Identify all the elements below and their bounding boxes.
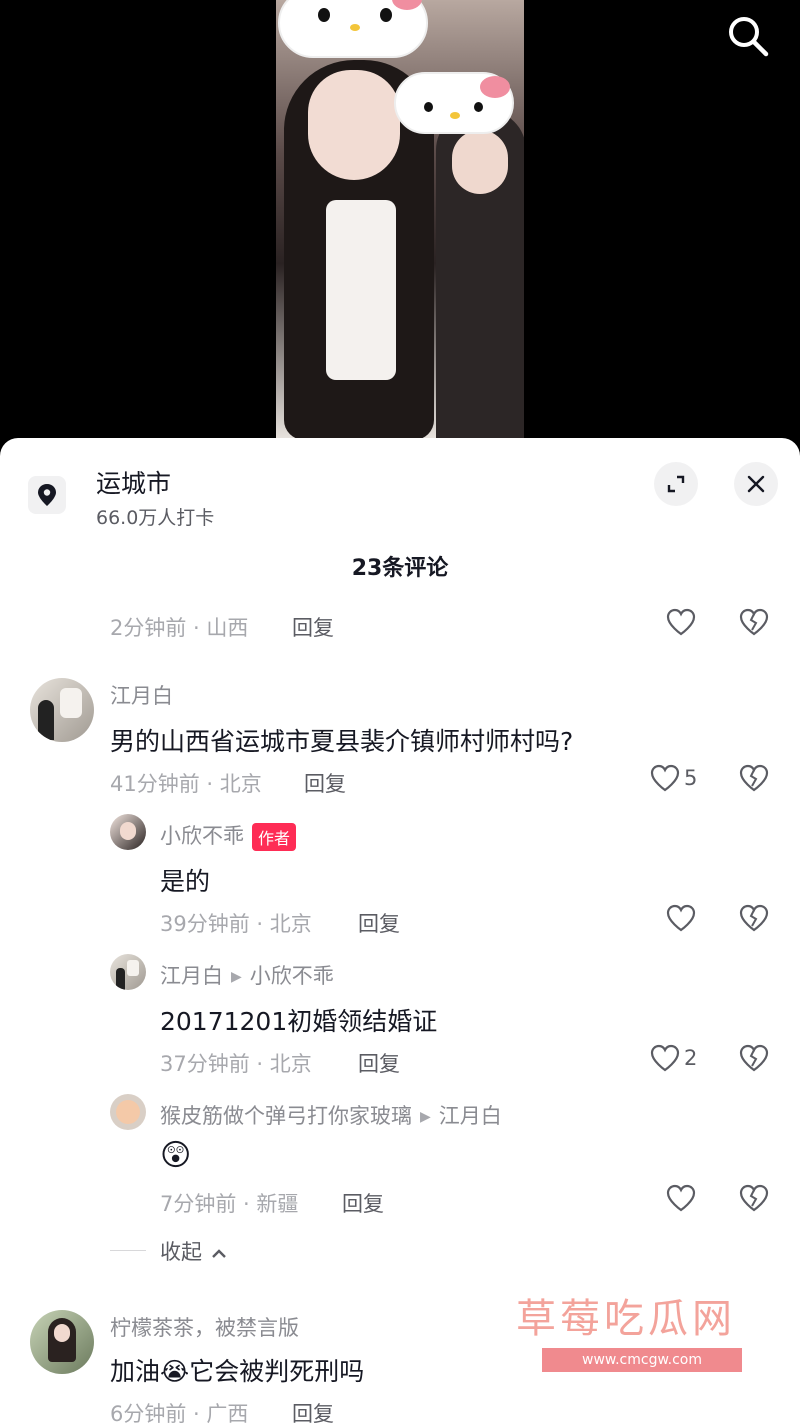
video-figure-face: [308, 70, 400, 180]
reply-button[interactable]: 回复: [358, 1048, 400, 1078]
hello-kitty-sticker: [278, 0, 428, 58]
collapse-divider: [110, 1250, 146, 1251]
location-name[interactable]: 运城市: [96, 464, 171, 500]
reply-username-text: 小欣不乖: [160, 824, 244, 848]
reply-to-user: 江月白: [438, 1104, 502, 1128]
comment-username[interactable]: 柠檬茶茶，被禁言版: [110, 1312, 299, 1342]
reply-username-text: 江月白: [160, 964, 223, 988]
broken-heart-icon: [739, 608, 769, 636]
reply-button[interactable]: 回复: [304, 768, 346, 798]
broken-heart-icon: [739, 1044, 769, 1072]
video-figure-second-face: [452, 130, 508, 194]
heart-icon: [650, 764, 680, 792]
dislike-button[interactable]: [739, 764, 769, 796]
avatar[interactable]: [30, 678, 94, 742]
reply-button[interactable]: 回复: [292, 612, 334, 642]
collapse-replies-button[interactable]: 收起: [160, 1236, 227, 1266]
close-button[interactable]: [734, 462, 778, 506]
dislike-button[interactable]: [739, 904, 769, 936]
reply-username-text: 猴皮筋做个弹弓打你家玻璃: [160, 1104, 412, 1128]
comment-emoji: 😭: [160, 1357, 190, 1386]
reply-button[interactable]: 回复: [358, 908, 400, 938]
reply-to-arrow-icon: ▶: [420, 1109, 431, 1125]
comment-text-part: 它会被判死刑吗: [189, 1357, 365, 1386]
reply-meta: 39分钟前 · 北京: [160, 912, 312, 936]
broken-heart-icon: [739, 764, 769, 792]
watermark-url: www.cmcgw.com: [542, 1348, 742, 1372]
close-icon: [747, 475, 765, 493]
chevron-up-icon: [211, 1249, 226, 1258]
reply-text: 是的: [160, 867, 211, 896]
like-button[interactable]: [666, 904, 696, 932]
dislike-button[interactable]: [739, 1184, 769, 1216]
reply-to-user: 小欣不乖: [249, 964, 334, 988]
video-figure-shirt: [326, 200, 396, 380]
like-button[interactable]: 2: [650, 1044, 697, 1072]
broken-heart-icon: [739, 904, 769, 932]
reply-button[interactable]: 回复: [292, 1398, 334, 1424]
like-button[interactable]: [666, 1184, 696, 1212]
like-button[interactable]: 5: [650, 764, 697, 792]
reply-meta: 7分钟前 · 新疆: [160, 1192, 299, 1216]
hello-kitty-sticker-small: [394, 72, 514, 134]
comment-text: 加油😭它会被判死刑吗: [110, 1352, 364, 1388]
dislike-button[interactable]: [739, 1044, 769, 1076]
reply-meta: 37分钟前 · 北京: [160, 1052, 312, 1076]
heart-icon: [666, 1184, 696, 1212]
comment-panel: 运城市 66.0万人打卡 23条评论 2分钟前 · 山西 回复 江月白 男的山西…: [0, 438, 800, 1424]
broken-heart-icon: [739, 1184, 769, 1212]
comment-username[interactable]: 江月白: [110, 680, 173, 710]
avatar[interactable]: [110, 1094, 146, 1130]
like-button[interactable]: [666, 608, 696, 636]
expand-icon: [667, 475, 685, 493]
video-frame: [276, 0, 524, 440]
like-count: 2: [684, 1046, 698, 1070]
reply-username[interactable]: 猴皮筋做个弹弓打你家玻璃 ▶ 江月白: [160, 1100, 502, 1130]
watermark-title: 草莓吃瓜网: [516, 1296, 736, 1342]
reply-text: 20171201初婚领结婚证: [160, 1007, 438, 1036]
heart-icon: [666, 608, 696, 636]
avatar[interactable]: [110, 954, 146, 990]
avatar[interactable]: [30, 1310, 94, 1374]
location-pin-icon[interactable]: [28, 476, 66, 514]
reply-username[interactable]: 小欣不乖 作者: [160, 820, 297, 851]
comment-meta: 6分钟前 · 广西: [110, 1402, 249, 1424]
reply-to-arrow-icon: ▶: [231, 969, 242, 985]
heart-icon: [666, 904, 696, 932]
comment-meta: 41分钟前 · 北京: [110, 772, 262, 796]
reply-emoji: 😲: [160, 1138, 192, 1173]
dislike-button[interactable]: [739, 608, 769, 640]
comment-text-part: 加油: [110, 1357, 161, 1386]
comment-text: 男的山西省运城市夏县裴介镇师村师村吗?: [110, 727, 574, 756]
comment-meta: 2分钟前 · 山西: [110, 616, 249, 640]
search-icon[interactable]: [724, 12, 772, 60]
comment-count-title: 23条评论: [351, 556, 449, 581]
reply-username[interactable]: 江月白 ▶ 小欣不乖: [160, 960, 334, 990]
like-count: 5: [684, 766, 698, 790]
expand-button[interactable]: [654, 462, 698, 506]
heart-icon: [650, 1044, 680, 1072]
avatar[interactable]: [110, 814, 146, 850]
video-player[interactable]: [0, 0, 800, 440]
reply-button[interactable]: 回复: [342, 1188, 384, 1218]
author-badge: 作者: [252, 823, 297, 851]
collapse-label: 收起: [160, 1240, 202, 1264]
location-checkins: 66.0万人打卡: [96, 507, 215, 529]
